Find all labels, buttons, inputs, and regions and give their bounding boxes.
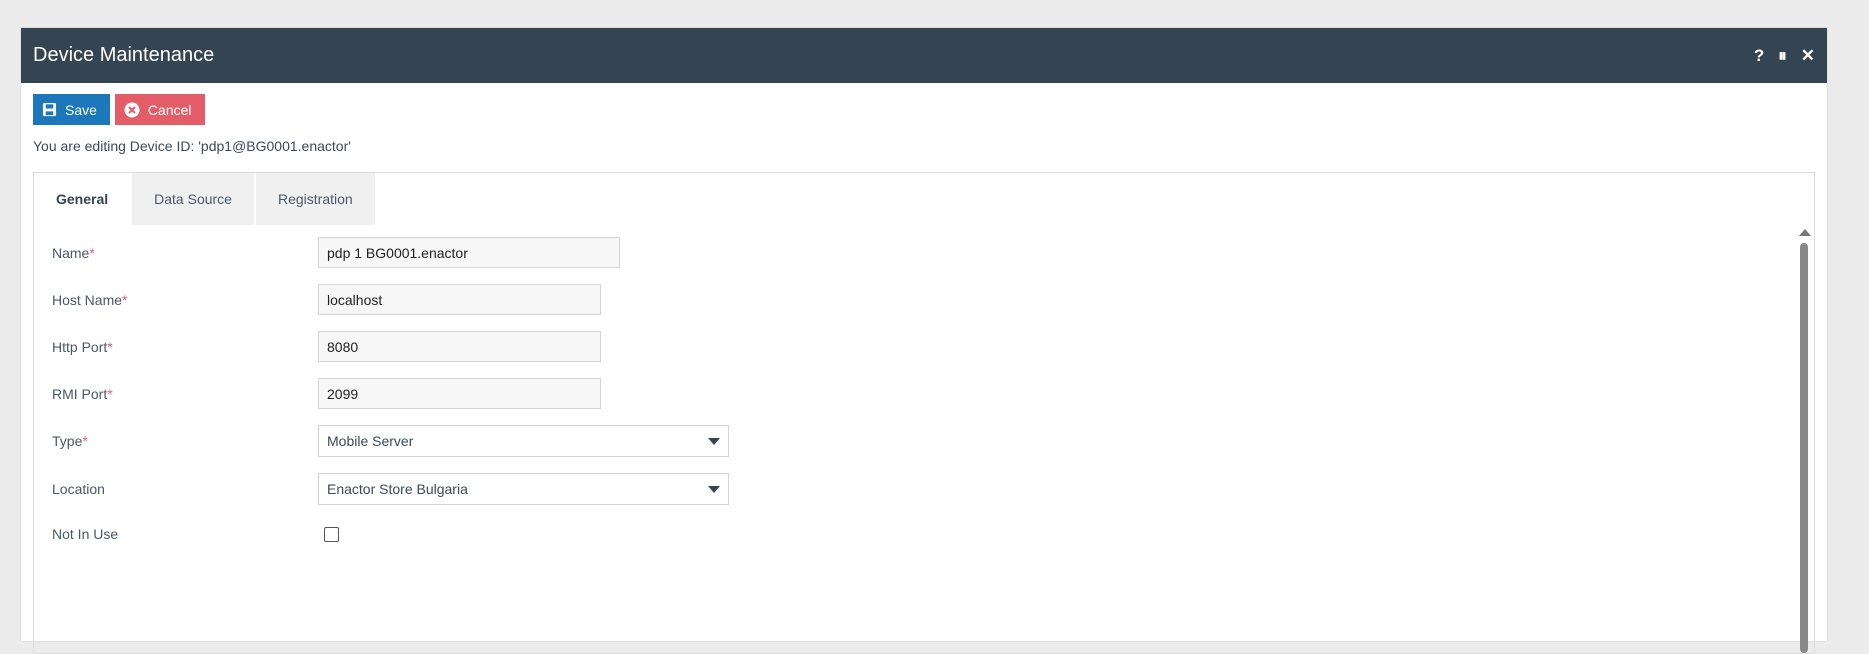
not-in-use-checkbox[interactable] <box>324 526 339 542</box>
save-button[interactable]: Save <box>33 94 110 125</box>
scroll-up-arrow-icon[interactable] <box>1799 229 1811 236</box>
http-port-input[interactable]: 8080 <box>318 331 601 362</box>
floppy-disk-icon <box>42 102 57 117</box>
location-label: Location <box>52 481 105 497</box>
http-port-label: Http Port* <box>52 338 113 355</box>
type-row: Type* Mobile Server <box>52 425 729 457</box>
not-in-use-label: Not In Use <box>52 526 119 542</box>
toolbar: Save Cancel <box>21 83 1827 125</box>
tab-registration[interactable]: Registration <box>255 173 375 225</box>
rmi-port-row: RMI Port* 2099 <box>52 378 601 409</box>
type-label: Type* <box>52 433 88 449</box>
chevron-down-icon <box>708 485 720 493</box>
host-name-input[interactable]: localhost <box>318 284 601 315</box>
name-input[interactable]: pdp 1 BG0001.enactor <box>318 237 620 268</box>
name-label: Name* <box>52 244 95 261</box>
tab-data-source[interactable]: Data Source <box>132 173 254 225</box>
location-row: Location Enactor Store Bulgaria <box>52 473 729 505</box>
pause-button[interactable]: ⏸ <box>1778 46 1787 66</box>
cancel-button[interactable]: Cancel <box>114 94 205 125</box>
help-button[interactable]: ? <box>1754 46 1764 66</box>
type-select-value: Mobile Server <box>327 433 414 449</box>
type-select[interactable]: Mobile Server <box>318 425 729 457</box>
tab-bar: General Data Source Registration <box>34 173 1814 225</box>
host-name-label: Host Name* <box>52 291 128 308</box>
title-bar: Device Maintenance ? ⏸ ✕ <box>21 28 1827 83</box>
editing-info: You are editing Device ID: 'pdp1@BG0001.… <box>33 138 351 154</box>
http-port-row: Http Port* 8080 <box>52 331 601 362</box>
chevron-down-icon <box>708 437 720 445</box>
device-maintenance-window: Device Maintenance ? ⏸ ✕ Save Cancel You… <box>21 28 1827 654</box>
close-button[interactable]: ✕ <box>1801 46 1815 66</box>
tab-general[interactable]: General <box>34 173 131 225</box>
location-select[interactable]: Enactor Store Bulgaria <box>318 473 729 505</box>
not-in-use-row: Not In Use <box>52 526 339 542</box>
general-form: Name* pdp 1 BG0001.enactor Host Name* lo… <box>34 225 1794 653</box>
rmi-port-label: RMI Port* <box>52 385 113 402</box>
rmi-port-input[interactable]: 2099 <box>318 378 601 409</box>
location-select-value: Enactor Store Bulgaria <box>327 481 468 497</box>
vertical-scrollbar[interactable] <box>1799 229 1811 653</box>
tab-panel: General Data Source Registration Name* p… <box>33 172 1815 654</box>
x-circle-icon <box>124 102 140 118</box>
window-controls: ? ⏸ ✕ <box>1754 46 1815 66</box>
scrollbar-thumb[interactable] <box>1800 243 1808 653</box>
name-row: Name* pdp 1 BG0001.enactor <box>52 237 620 268</box>
cancel-label: Cancel <box>147 101 192 118</box>
host-name-row: Host Name* localhost <box>52 284 601 315</box>
save-label: Save <box>65 101 97 118</box>
window-title: Device Maintenance <box>33 44 215 66</box>
